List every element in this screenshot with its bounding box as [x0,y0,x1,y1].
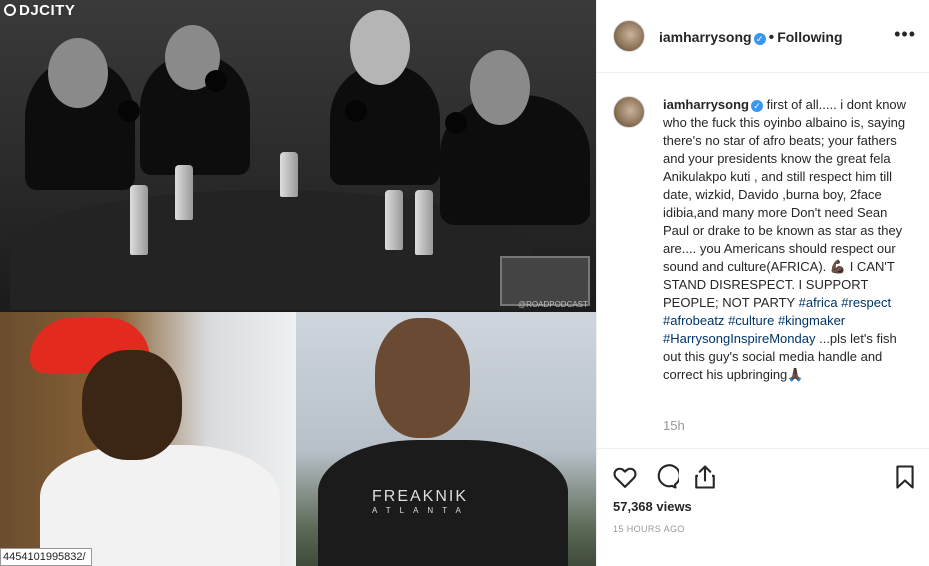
separator-dot: • [768,29,775,46]
caption-text: iamharrysong ✓ first of all..... i dont k… [663,96,915,384]
podcast-watermark: @ROADPODCAST [518,300,588,309]
more-horizontal-icon[interactable]: ••• [894,24,916,45]
post-header: iamharrysong ✓ • Following ••• [597,0,929,73]
post-actions: 57,368 views 15 HOURS AGO [597,448,929,566]
podcast-person-3-head [350,10,410,85]
hashtag-link[interactable]: #respect [841,295,891,310]
hashtag-link[interactable]: #kingmaker [778,313,845,328]
header-user-row: iamharrysong ✓ • Following [659,29,843,47]
microphone [205,70,227,92]
avatar[interactable] [613,96,645,128]
post-media[interactable]: DJCITY @ROADPODCAST FREAKNIK ATLANTA 445… [0,0,596,566]
caption-body: first of all..... i dont know who the fu… [663,97,907,310]
caption-timestamp[interactable]: 15h [663,418,685,433]
water-bottle [385,190,403,250]
bookmark-icon[interactable] [891,463,919,491]
share-icon[interactable] [691,463,719,491]
comment-icon[interactable] [651,463,679,491]
microphone [445,112,467,134]
podcast-photo: DJCITY @ROADPODCAST [0,0,596,312]
verified-badge-icon: ✓ [750,100,763,112]
view-count[interactable]: 57,368 views [613,499,692,514]
hashtag-link[interactable]: #africa [799,295,838,310]
water-bottle [130,185,148,255]
water-bottle [415,190,433,255]
post-sidebar: iamharrysong ✓ • Following ••• iamharrysong… [596,0,929,566]
caption-username-link[interactable]: iamharrysong [663,97,749,112]
hashtag-link[interactable]: #culture [728,313,774,328]
microphone [345,100,367,122]
person-face [375,318,470,438]
hashtag-link[interactable]: #afrobeatz [663,313,724,328]
heart-icon[interactable] [611,463,639,491]
podcast-logo-thumbnail [500,256,590,306]
person-face [82,350,182,460]
status-url-bar: 4454101995832/ [0,548,92,566]
podcast-person-1-head [48,38,108,108]
water-bottle [280,152,298,197]
instagram-post-frame: DJCITY @ROADPODCAST FREAKNIK ATLANTA 445… [0,0,929,566]
verified-badge-icon: ✓ [753,33,766,45]
username-link[interactable]: iamharrysong [659,29,752,45]
microphone [118,100,140,122]
podcast-person-4-head [470,50,530,125]
water-bottle [175,165,193,220]
shirt-print: FREAKNIK ATLANTA [372,488,470,515]
avatar[interactable] [613,20,645,52]
post-date: 15 HOURS AGO [613,524,685,534]
hashtag-link[interactable]: #HarrysongInspireMonday [663,331,815,346]
following-button[interactable]: Following [777,29,842,45]
djcity-logo: DJCITY [4,2,75,19]
